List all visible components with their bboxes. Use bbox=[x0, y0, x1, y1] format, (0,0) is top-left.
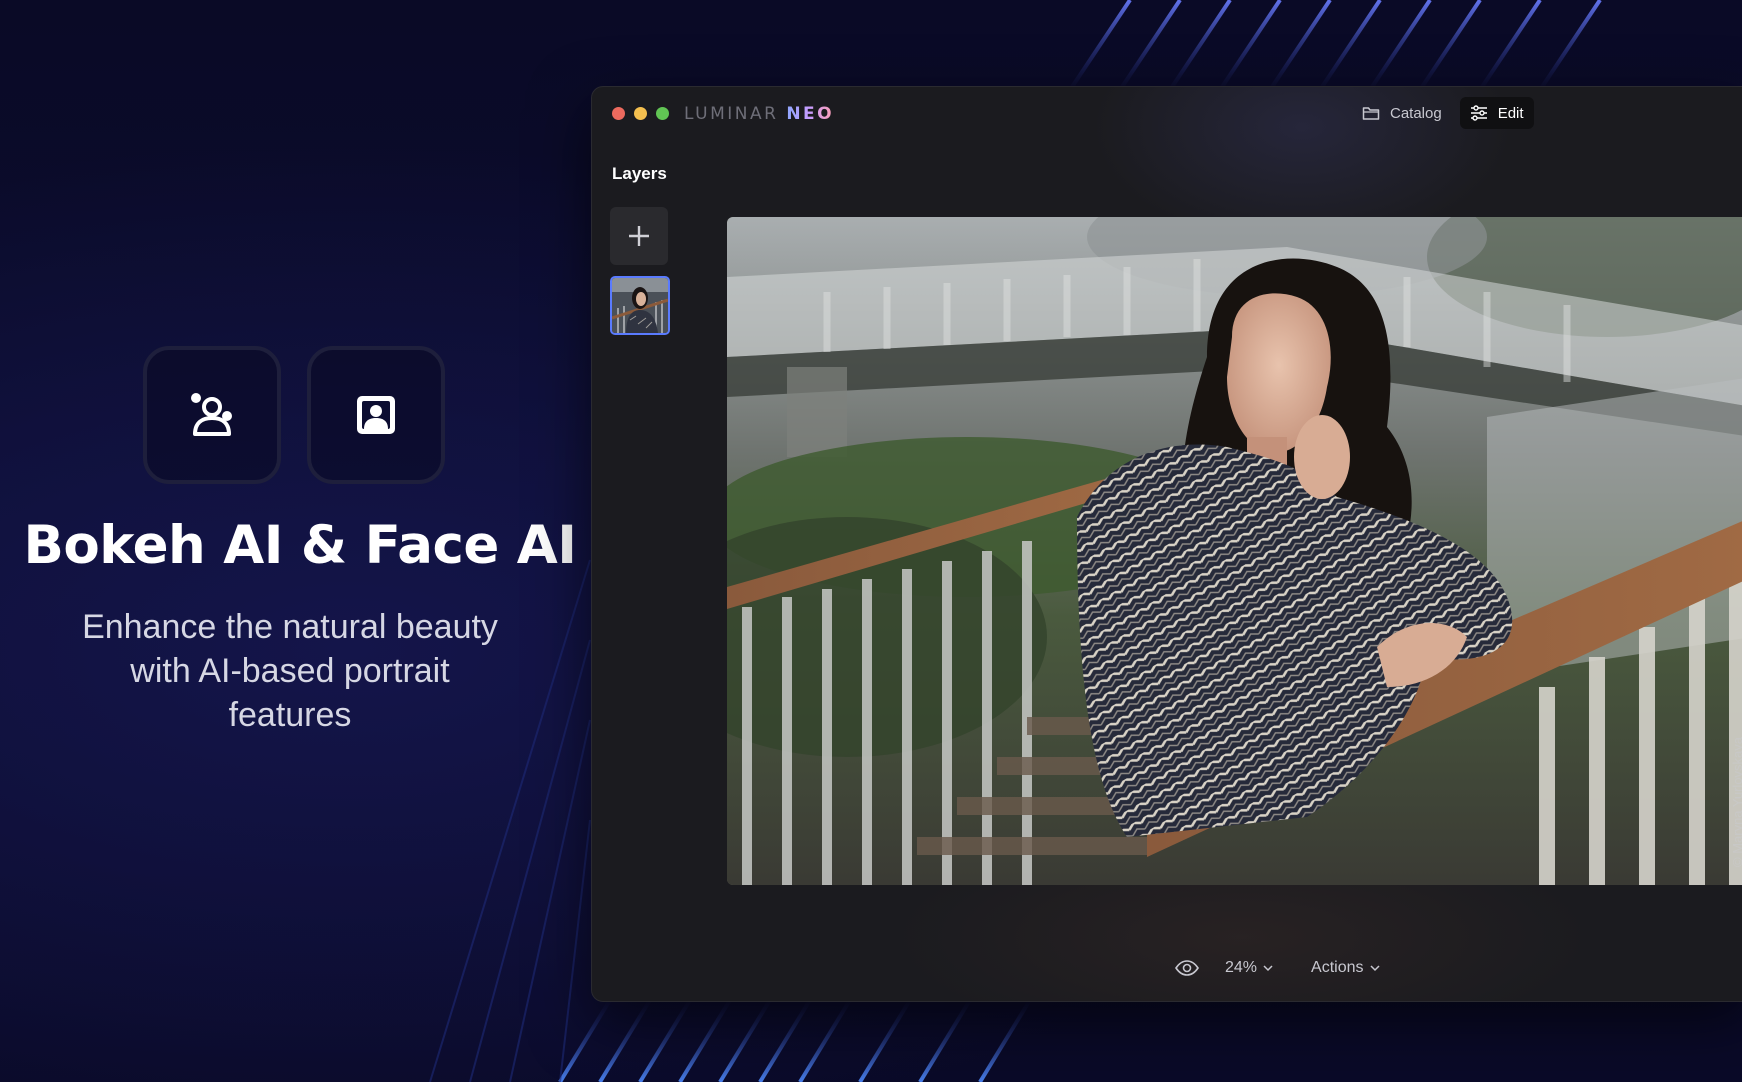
zoom-window-button[interactable] bbox=[656, 107, 669, 120]
actions-label: Actions bbox=[1311, 959, 1364, 976]
add-layer-button[interactable] bbox=[610, 207, 668, 265]
folder-icon bbox=[1362, 107, 1380, 120]
eye-icon bbox=[1175, 960, 1199, 976]
tab-catalog-label: Catalog bbox=[1390, 104, 1442, 122]
tab-edit[interactable]: Edit bbox=[1459, 97, 1534, 129]
plus-icon bbox=[629, 226, 649, 246]
app-logo-luminar: LUMINAR bbox=[684, 104, 787, 124]
promo-subline: Enhance the natural beauty with AI-based… bbox=[40, 605, 540, 737]
portrait-icon bbox=[357, 396, 395, 434]
bottom-toolbar: 24% Actions bbox=[1175, 959, 1380, 977]
chevron-down-icon bbox=[1263, 965, 1273, 972]
promo-subline-line-3: features bbox=[228, 696, 352, 734]
portrait-photo-image bbox=[727, 217, 1742, 885]
preview-toggle-button[interactable] bbox=[1175, 960, 1199, 976]
promo-subline-line-2: with AI-based portrait bbox=[130, 652, 450, 690]
zoom-value: 24% bbox=[1225, 959, 1258, 976]
portrait-feature-tile bbox=[307, 346, 445, 484]
tab-edit-label: Edit bbox=[1497, 104, 1524, 122]
zoom-dropdown[interactable]: 24% bbox=[1225, 959, 1273, 977]
window-controls bbox=[612, 107, 669, 120]
close-window-button[interactable] bbox=[612, 107, 625, 120]
canvas-photo[interactable] bbox=[727, 217, 1742, 885]
chevron-down-icon bbox=[1369, 965, 1380, 972]
face-ai-icon bbox=[191, 393, 232, 436]
layer-thumbnail-image bbox=[612, 278, 668, 333]
promo-subline-line-1: Enhance the natural beauty bbox=[82, 608, 498, 646]
app-logo-neo: NEO bbox=[786, 104, 835, 124]
marketing-stage: Bokeh AI & Face AI Enhance the natural b… bbox=[0, 0, 1742, 1082]
photo-credit: © Maryna Yurlovskaya bbox=[1730, 736, 1742, 867]
actions-dropdown[interactable]: Actions bbox=[1311, 959, 1380, 977]
top-nav: Catalog Edit bbox=[1352, 97, 1534, 129]
layer-thumbnail[interactable] bbox=[610, 276, 670, 335]
app-logo: LUMINAR NEO bbox=[684, 104, 834, 124]
face-ai-feature-tile bbox=[143, 346, 281, 484]
layers-panel-title: Layers bbox=[612, 164, 667, 183]
feature-icons-row bbox=[143, 346, 445, 484]
minimize-window-button[interactable] bbox=[634, 107, 647, 120]
luminar-app-window: LUMINAR NEO Catalog Edit Layers Maryna Y… bbox=[591, 86, 1742, 1002]
promo-headline: Bokeh AI & Face AI bbox=[23, 515, 577, 576]
tab-catalog[interactable]: Catalog bbox=[1352, 97, 1452, 129]
sliders-icon bbox=[1470, 105, 1487, 121]
